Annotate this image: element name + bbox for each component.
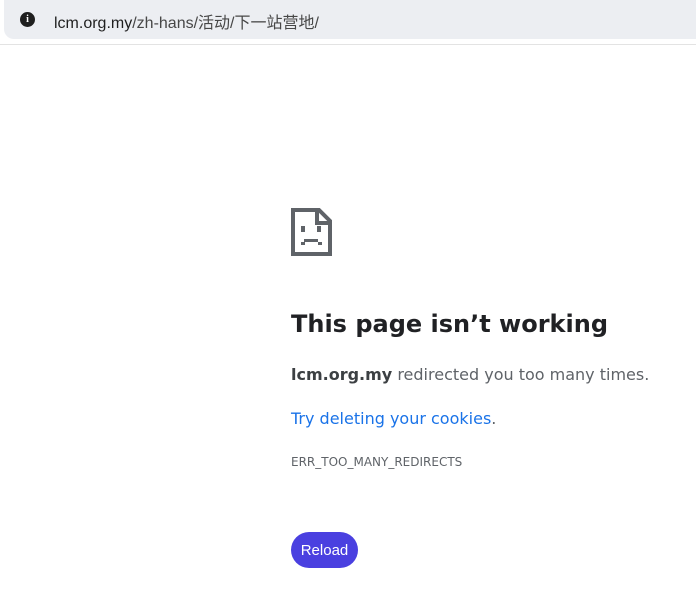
- error-title: This page isn’t working: [291, 310, 609, 338]
- error-message-text: redirected you too many times.: [392, 365, 650, 384]
- delete-cookies-link[interactable]: Try deleting your cookies: [291, 409, 491, 428]
- url-host: lcm.org.my: [54, 15, 133, 32]
- link-row: Try deleting your cookies.: [291, 409, 496, 428]
- sad-page-icon: [291, 208, 332, 256]
- error-code: ERR_TOO_MANY_REDIRECTS: [291, 455, 463, 469]
- link-suffix: .: [491, 409, 497, 428]
- error-message: lcm.org.my redirected you too many times…: [291, 365, 649, 384]
- address-bar-area: i lcm.org.my/zh-hans/活动/下一站营地/: [0, 0, 696, 45]
- url-path: /zh-hans/活动/下一站营地/: [132, 15, 319, 32]
- reload-button[interactable]: Reload: [291, 532, 358, 568]
- info-icon[interactable]: i: [20, 12, 35, 27]
- omnibox[interactable]: i lcm.org.my/zh-hans/活动/下一站营地/: [4, 0, 696, 39]
- error-host: lcm.org.my: [291, 365, 393, 384]
- url-text[interactable]: lcm.org.my/zh-hans/活动/下一站营地/: [54, 9, 319, 33]
